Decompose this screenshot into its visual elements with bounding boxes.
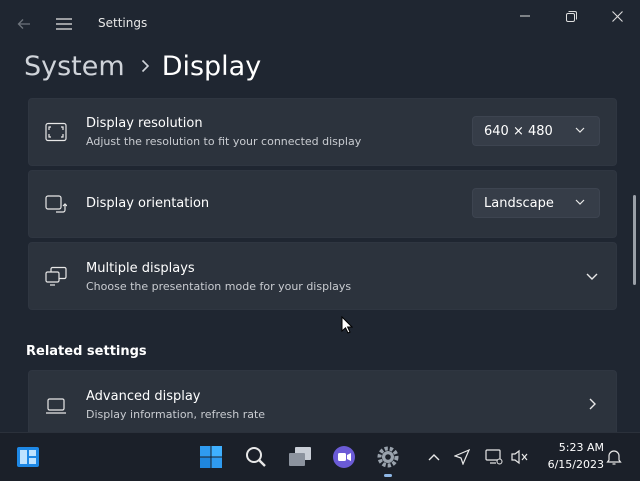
close-icon	[611, 10, 623, 22]
breadcrumb-system[interactable]: System	[24, 51, 125, 82]
close-button[interactable]	[594, 4, 640, 28]
display-resolution-card: Display resolution Adjust the resolution…	[28, 98, 617, 166]
chat-icon[interactable]	[330, 443, 358, 471]
network-icon[interactable]	[484, 447, 504, 467]
restore-button[interactable]	[548, 4, 594, 28]
display-orientation-card: Display orientation Landscape	[28, 170, 617, 238]
widgets-icon[interactable]	[14, 443, 42, 471]
app-title: Settings	[98, 16, 148, 30]
expand-chevron-icon[interactable]	[584, 268, 600, 284]
resolution-value: 640 × 480	[484, 123, 553, 139]
advanced-display-title: Advanced display	[86, 389, 201, 404]
display-orientation-icon	[45, 193, 67, 215]
display-orientation-title: Display orientation	[86, 196, 210, 211]
laptop-icon	[45, 395, 67, 417]
multiple-displays-subtitle: Choose the presentation mode for your di…	[86, 280, 352, 293]
clock-date: 6/15/2023	[547, 458, 604, 471]
breadcrumb: System Display	[24, 46, 261, 86]
advanced-display-subtitle: Display information, refresh rate	[86, 408, 266, 421]
chevron-down-icon	[575, 199, 585, 205]
related-settings-heading: Related settings	[26, 344, 147, 359]
display-resolution-title: Display resolution	[86, 116, 203, 131]
minimize-button[interactable]	[502, 4, 548, 28]
orientation-value: Landscape	[484, 195, 554, 211]
hamburger-icon	[56, 18, 72, 30]
clock-time: 5:23 AM	[558, 441, 604, 454]
resolution-dropdown[interactable]: 640 × 480	[472, 116, 600, 146]
settings-icon[interactable]	[374, 443, 402, 471]
start-icon[interactable]	[197, 443, 225, 471]
orientation-dropdown[interactable]: Landscape	[472, 188, 600, 218]
page-title: Display	[161, 50, 262, 82]
task-view-icon[interactable]	[286, 443, 314, 471]
search-icon[interactable]	[242, 443, 270, 471]
title-bar: Settings	[0, 0, 640, 44]
navigation-menu-button[interactable]	[50, 10, 78, 38]
display-resolution-subtitle: Adjust the resolution to fit your connec…	[86, 135, 362, 148]
chevron-down-icon	[575, 127, 585, 133]
mouse-pointer-icon	[341, 315, 354, 338]
chevron-right-icon	[584, 396, 600, 412]
display-resolution-icon	[45, 121, 67, 143]
location-icon[interactable]	[452, 447, 472, 467]
multiple-displays-card[interactable]: Multiple displays Choose the presentatio…	[28, 242, 617, 310]
volume-muted-icon[interactable]	[510, 447, 530, 467]
active-app-indicator	[384, 474, 392, 477]
back-arrow-icon	[17, 19, 30, 29]
minimize-icon	[520, 15, 530, 17]
clock[interactable]: 5:23 AM 6/15/2023	[538, 439, 604, 473]
chevron-up-icon[interactable]	[424, 447, 444, 467]
taskbar: 5:23 AM 6/15/2023	[0, 432, 640, 481]
multiple-displays-title: Multiple displays	[86, 261, 195, 276]
scrollbar-thumb[interactable]	[633, 195, 636, 285]
chevron-right-icon	[141, 59, 150, 73]
restore-icon	[565, 10, 577, 22]
notification-icon[interactable]	[604, 447, 624, 467]
multiple-displays-icon	[45, 265, 67, 287]
back-button[interactable]	[10, 10, 38, 38]
